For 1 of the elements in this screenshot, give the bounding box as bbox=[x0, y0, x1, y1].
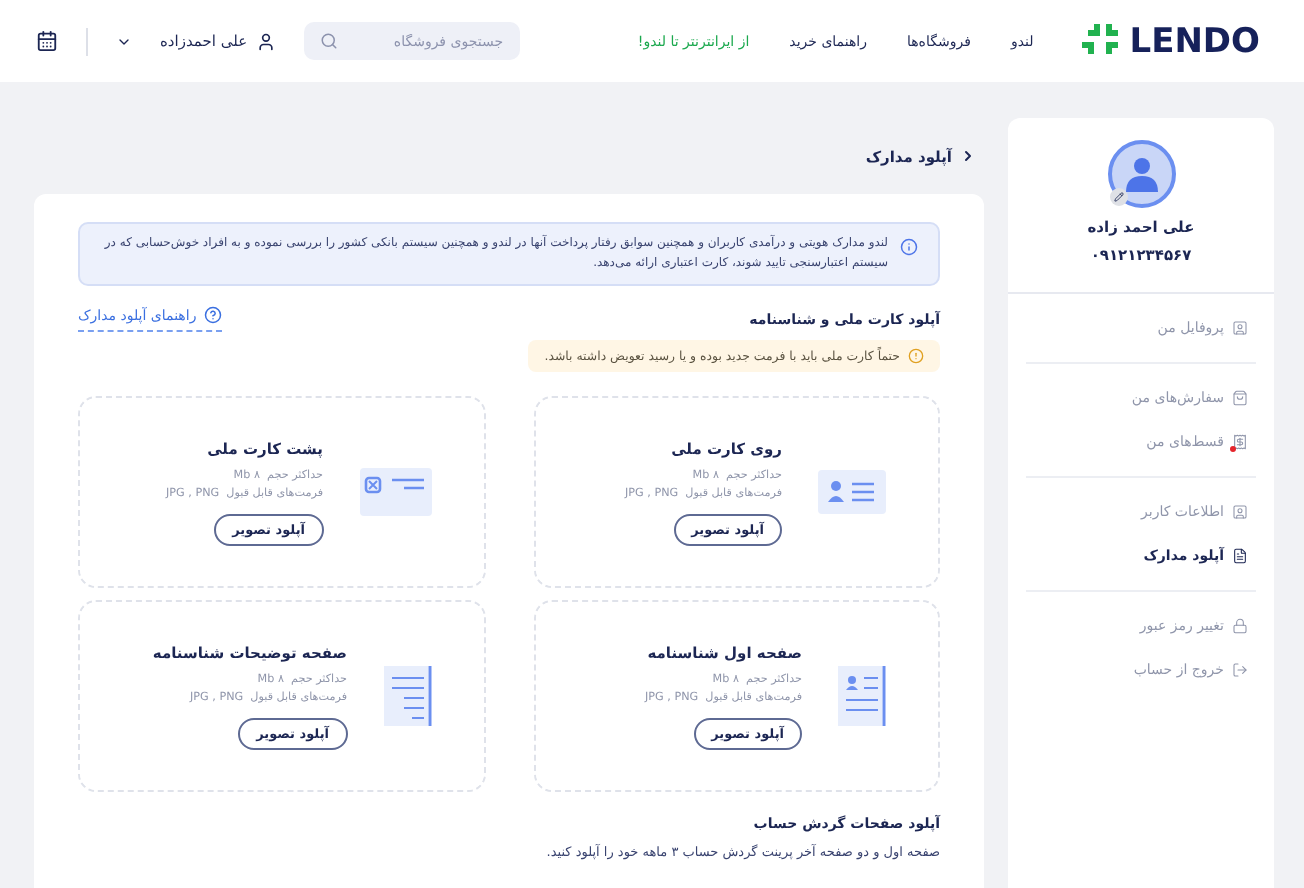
logo-text: LENDO bbox=[1129, 21, 1260, 61]
